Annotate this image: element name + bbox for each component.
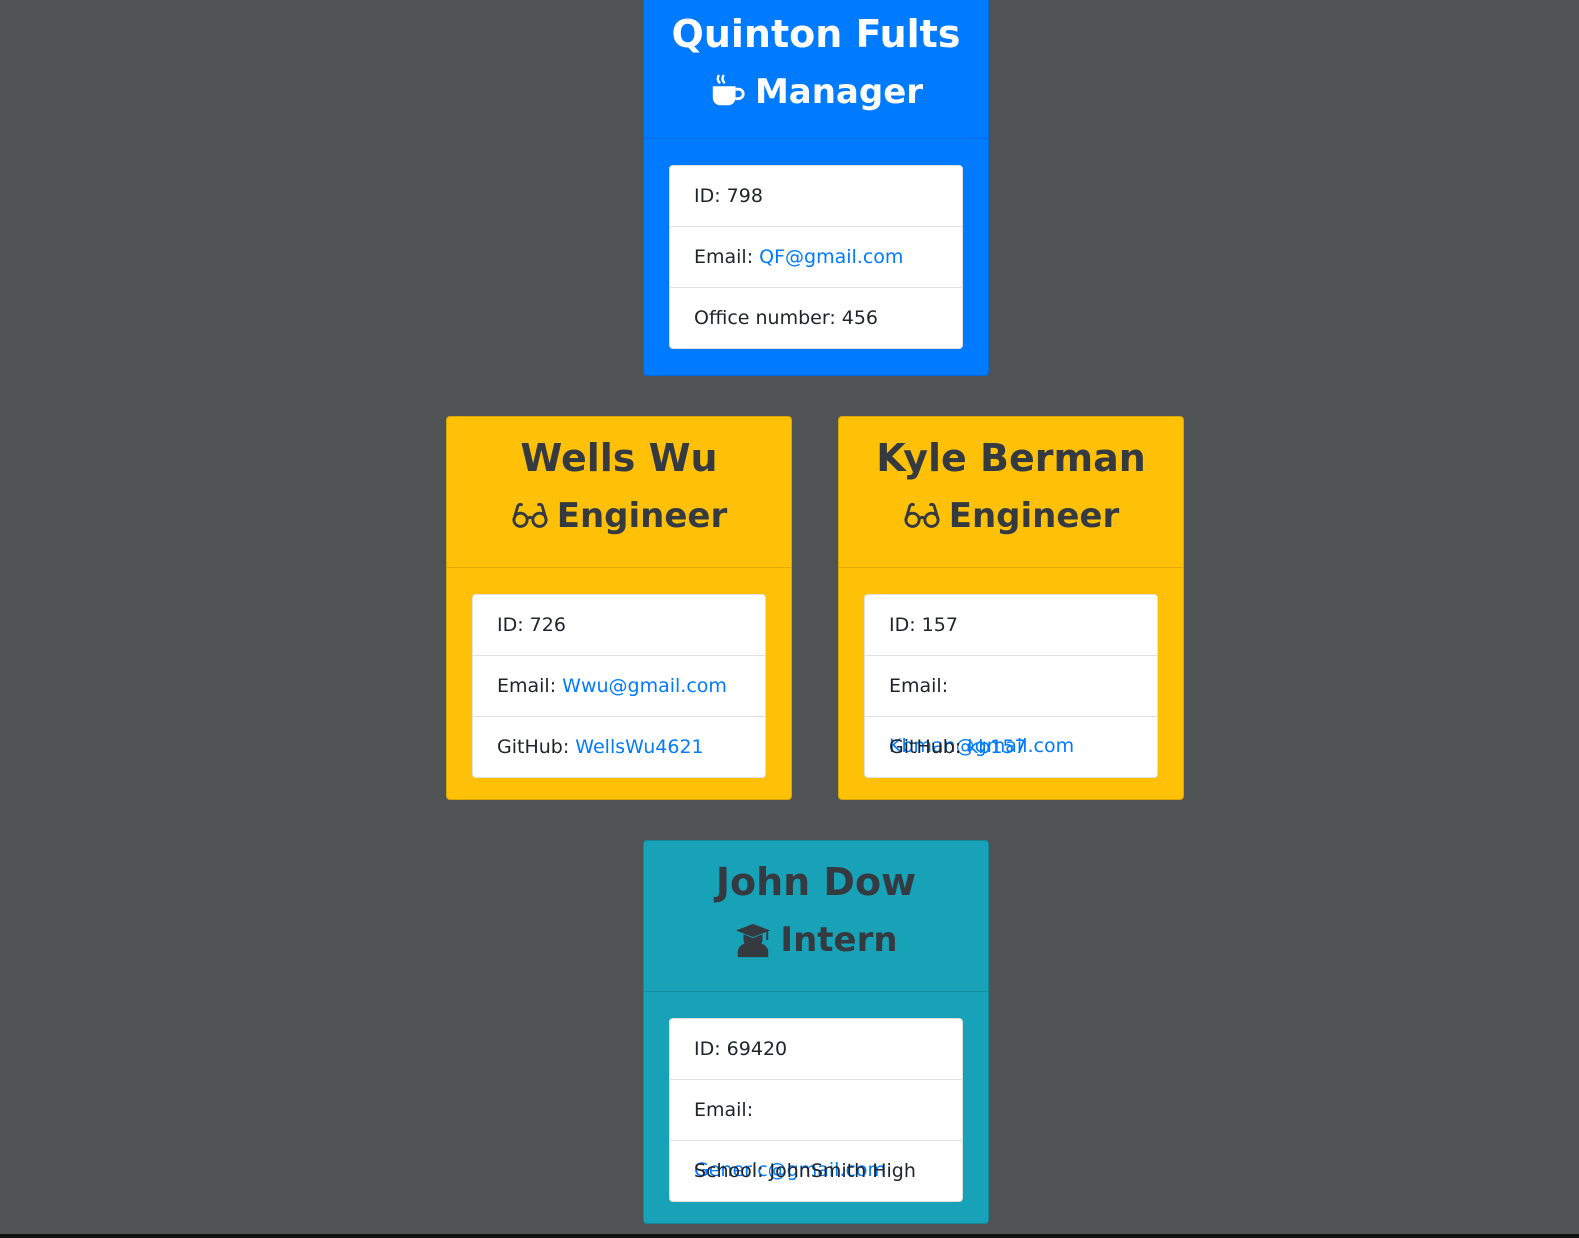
graduate-icon <box>736 923 771 958</box>
engineer-github-link[interactable]: kb157 <box>967 736 1026 758</box>
engineer-role: Engineer <box>447 493 791 539</box>
intern-card: John Dow Intern ID: 69420 Email: Generic… <box>643 840 989 1224</box>
email-label: Email: <box>694 246 760 268</box>
engineer-email-row: Email: Wwu@gmail.com <box>473 656 765 717</box>
github-label: GitHub: <box>889 736 968 758</box>
intern-role: Intern <box>644 917 988 963</box>
engineer-role-label: Engineer <box>556 496 728 536</box>
engineer-id: ID: 157 <box>865 595 1157 656</box>
intern-email-row: Email: Generic@gmail.com <box>670 1080 962 1181</box>
engineer-id: ID: 726 <box>473 595 765 656</box>
intern-card-header: John Dow Intern <box>644 841 988 992</box>
manager-card-header: Quinton Fults Manager <box>644 0 988 139</box>
window-bottom-edge <box>0 1234 1579 1238</box>
engineer-name: Kyle Berman <box>876 436 1146 480</box>
engineer-card: Kyle Berman Engineer ID: 157 Email: Kbma… <box>838 416 1184 800</box>
email-label: Email: <box>497 675 563 697</box>
engineer-github-row: GitHub: WellsWu4621 <box>473 717 765 777</box>
intern-role-label: Intern <box>780 920 898 960</box>
glasses-icon <box>512 502 548 528</box>
manager-role: Manager <box>644 69 988 115</box>
engineer-card-body: ID: 157 Email: Kbman@gmail.com GitHub: k… <box>839 568 1183 803</box>
manager-role-label: Manager <box>754 72 924 112</box>
coffee-icon <box>712 74 745 106</box>
engineer-card-body: ID: 726 Email: Wwu@gmail.com GitHub: Wel… <box>447 568 791 803</box>
manager-card: Quinton Fults Manager ID: 798 Email: QF@… <box>643 0 989 376</box>
engineer-card-header: Kyle Berman Engineer <box>839 417 1183 568</box>
intern-school: School: JohnSmith High <box>694 1160 916 1182</box>
engineer-email-row: Email: Kbman@gmail.com <box>865 656 1157 757</box>
github-label: GitHub: <box>497 736 576 758</box>
manager-email-link[interactable]: QF@gmail.com <box>759 246 903 268</box>
engineer-email-link[interactable]: Wwu@gmail.com <box>562 675 727 697</box>
intern-id: ID: 69420 <box>670 1019 962 1080</box>
manager-name: Quinton Fults <box>671 12 961 56</box>
intern-info-list: ID: 69420 Email: Generic@gmail.com Schoo… <box>669 1018 963 1202</box>
engineer-card-header: Wells Wu Engineer <box>447 417 791 568</box>
manager-office: Office number: 456 <box>694 307 879 329</box>
intern-name: John Dow <box>715 860 917 904</box>
email-label: Email: <box>694 1099 754 1121</box>
manager-info-list: ID: 798 Email: QF@gmail.com Office numbe… <box>669 165 963 349</box>
engineer-role: Engineer <box>839 493 1183 539</box>
email-label: Email: <box>889 675 949 697</box>
glasses-icon <box>904 502 940 528</box>
intern-card-body: ID: 69420 Email: Generic@gmail.com Schoo… <box>644 992 988 1227</box>
engineer-card: Wells Wu Engineer ID: 726 Email: Wwu@gma… <box>446 416 792 800</box>
engineer-github-row: GitHub: kb157 <box>865 717 1157 777</box>
engineer-info-list: ID: 157 Email: Kbman@gmail.com GitHub: k… <box>864 594 1158 778</box>
manager-id: ID: 798 <box>670 166 962 227</box>
engineer-github-link[interactable]: WellsWu4621 <box>575 736 703 758</box>
manager-card-body: ID: 798 Email: QF@gmail.com Office numbe… <box>644 139 988 374</box>
engineer-name: Wells Wu <box>520 436 718 480</box>
engineer-info-list: ID: 726 Email: Wwu@gmail.com GitHub: Wel… <box>472 594 766 778</box>
manager-email-row: Email: QF@gmail.com <box>670 227 962 288</box>
engineer-role-label: Engineer <box>948 496 1120 536</box>
